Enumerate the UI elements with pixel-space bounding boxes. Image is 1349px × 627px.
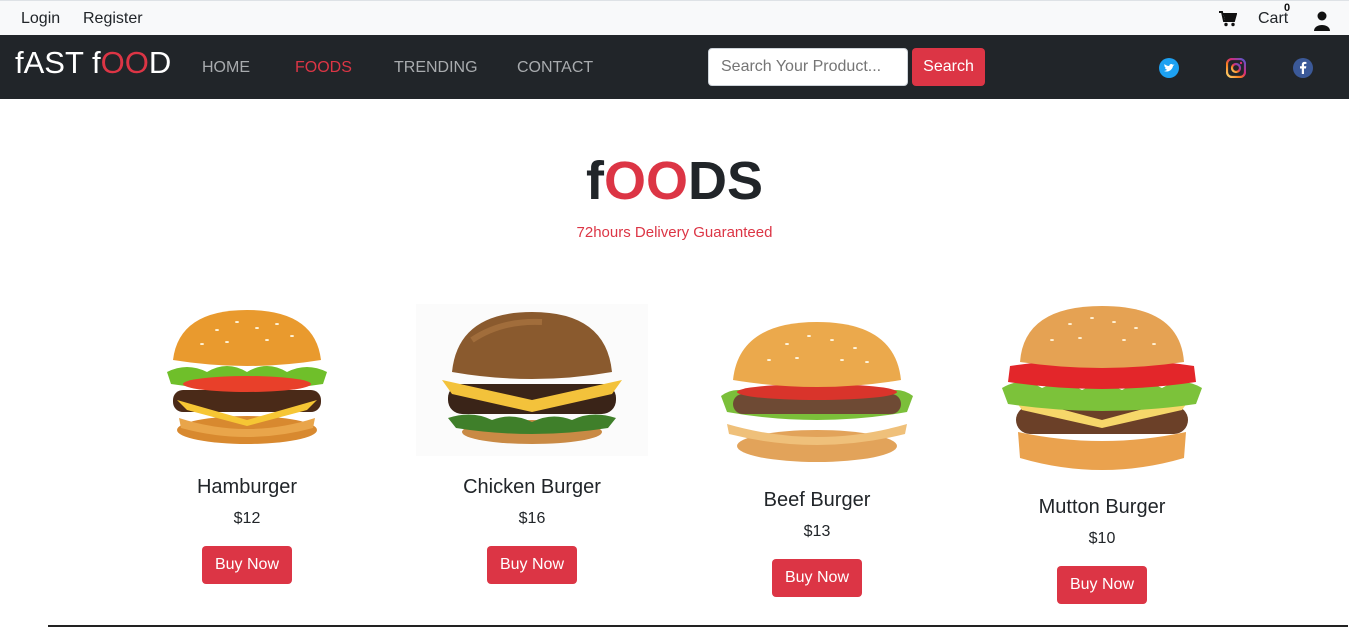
buy-now-button[interactable]: Buy Now [772,559,862,597]
facebook-icon[interactable] [1293,58,1313,78]
product-name: Chicken Burger [463,476,601,498]
brand-text-part2: OO [100,45,149,80]
twitter-icon[interactable] [1159,58,1179,78]
product-price: $16 [518,510,546,527]
buy-now-button[interactable]: Buy Now [202,546,292,584]
instagram-icon[interactable] [1226,58,1246,78]
nav-foods[interactable]: FOODS [295,59,352,77]
section-title: fOODS [0,150,1349,212]
chicken-burger-image [416,304,648,456]
login-link[interactable]: Login [21,10,60,28]
brand-text-part1: fAST f [15,45,101,80]
cart-icon[interactable] [1219,11,1237,27]
beef-burger-image [721,322,913,462]
product-name: Mutton Burger [1038,496,1166,518]
user-icon[interactable] [1313,11,1331,31]
hamburger-image [167,310,327,444]
buy-now-button[interactable]: Buy Now [487,546,577,584]
main-navbar: fAST fOOD HOME FOODS TRENDING CONTACT Se… [0,35,1349,99]
title-part1: f [585,151,604,211]
nav-trending[interactable]: TRENDING [394,59,478,77]
cart-count-badge: 0 [1284,2,1291,14]
brand-text-part3: D [148,45,172,80]
product-name: Hamburger [196,476,298,498]
product-price: $10 [1088,530,1116,547]
nav-contact[interactable]: CONTACT [517,59,593,77]
search-input[interactable] [708,48,908,86]
title-part3: DS [687,151,763,211]
product-price: $12 [233,510,261,527]
search-button[interactable]: Search [912,48,985,86]
top-bar: Login Register Cart 0 [0,0,1349,35]
product-price: $13 [803,523,831,540]
nav-home[interactable]: HOME [202,59,250,77]
title-part2: OO [603,151,688,211]
buy-now-button[interactable]: Buy Now [1057,566,1147,604]
product-name: Beef Burger [763,489,871,511]
section-subtitle: 72hours Delivery Guaranteed [576,224,773,241]
register-link[interactable]: Register [83,10,143,28]
mutton-burger-image [1002,306,1202,470]
brand-logo[interactable]: fAST fOOD [15,45,171,81]
